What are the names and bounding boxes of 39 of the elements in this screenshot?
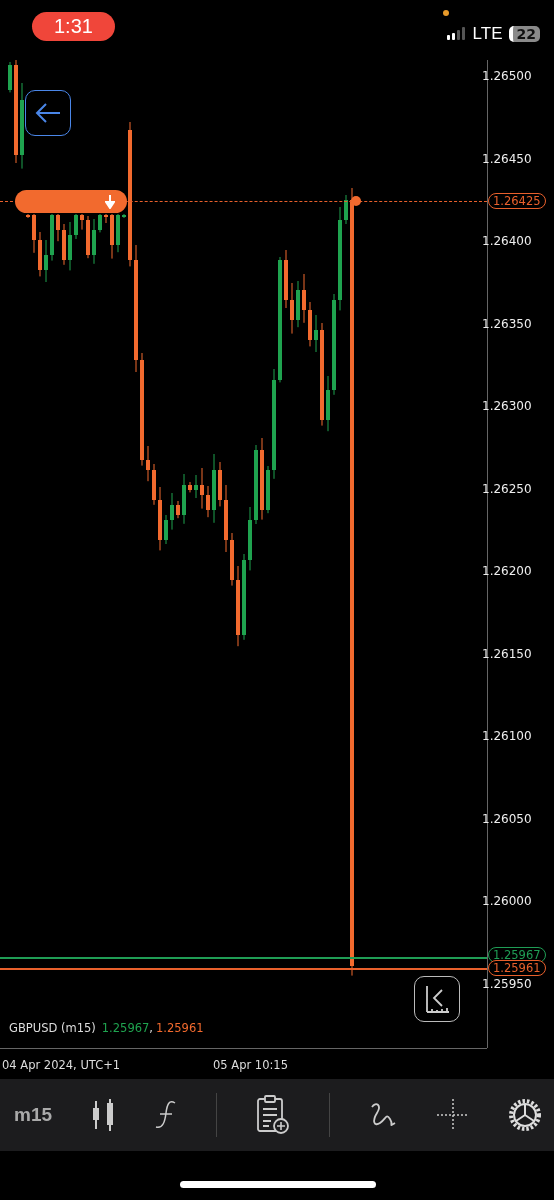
status-time: 1:31 <box>32 12 115 41</box>
candlestick-icon[interactable] <box>91 1099 116 1131</box>
price-label: 1.25967 <box>488 947 546 963</box>
price-marker-icon <box>351 196 361 206</box>
price-label: 1.25961 <box>488 960 546 976</box>
back-button[interactable] <box>25 90 71 136</box>
time-tick: 05 Apr 10:15 <box>213 1058 288 1072</box>
settings-icon[interactable] <box>507 1098 542 1132</box>
bid-price: 1.25967 <box>101 1021 150 1035</box>
price-tick: 1.26450 <box>482 151 532 166</box>
network-type: LTE <box>472 24 503 44</box>
price-tick: 1.25950 <box>482 976 532 991</box>
arrow-down-icon <box>105 194 115 209</box>
chart-shift-button[interactable] <box>414 976 460 1022</box>
price-tick: 1.26200 <box>482 564 532 578</box>
price-tick: 1.26000 <box>482 894 532 908</box>
price-tick: 1.26350 <box>482 316 532 331</box>
price-tick: 1.26150 <box>482 646 532 661</box>
clipboard-add-icon[interactable] <box>255 1095 290 1135</box>
price-tick: 1.26050 <box>482 811 532 826</box>
price-separator: , <box>149 1021 153 1035</box>
time-tick: 04 Apr 2024, UTC+1 <box>2 1058 121 1072</box>
symbol-label: GBPUSD (m15) <box>9 1021 96 1035</box>
battery-level: 22 <box>508 26 540 42</box>
price-tick: 1.26300 <box>482 399 532 413</box>
arrow-left-icon <box>34 102 62 124</box>
price-tick: 1.26250 <box>482 481 532 496</box>
signal-icon <box>446 27 467 41</box>
function-icon[interactable] <box>154 1099 177 1131</box>
price-tick: 1.26100 <box>482 729 532 743</box>
privacy-dot-icon <box>443 10 449 16</box>
timeframe-button[interactable]: m15 <box>14 1104 53 1126</box>
trade-button[interactable] <box>15 190 127 213</box>
crosshair-icon[interactable] <box>436 1099 469 1131</box>
price-tick: 1.26500 <box>482 69 532 83</box>
ask-price: 1.25961 <box>156 1021 204 1035</box>
scroll-to-end-icon <box>423 984 451 1014</box>
price-tick: 1.26400 <box>482 234 532 248</box>
price-label: 1.26425 <box>488 193 546 209</box>
